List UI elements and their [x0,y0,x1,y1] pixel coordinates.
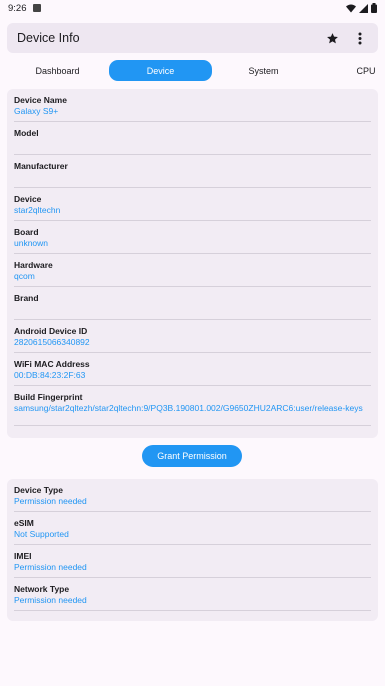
row-value: 00:DB:84:23:2F:63 [14,370,86,380]
row-label: Device [14,194,42,204]
info-row-wifi-mac-address: WiFi MAC Address 00:DB:84:23:2F:63 [14,353,371,386]
tab-device[interactable]: Device [109,60,212,81]
row-value: Not Supported [14,529,69,539]
row-value: Permission needed [14,562,87,572]
app-title: Device Info [17,31,80,45]
row-value: unknown [14,238,49,248]
notification-icon [32,4,41,12]
row-label: WiFi MAC Address [14,359,90,369]
tab-dashboard[interactable]: Dashboard [6,60,109,81]
status-icons [346,3,377,13]
favorite-button[interactable] [324,30,340,46]
status-bar: 9:26 [0,0,385,16]
row-label: Android Device ID [14,326,88,336]
info-row-manufacturer: Manufacturer [14,155,371,188]
row-label: Device Name [14,95,67,105]
tab-system[interactable]: System [212,60,315,81]
tab-cpu[interactable]: CPU [340,60,385,81]
row-label: IMEI [14,551,32,561]
row-value: Permission needed [14,595,87,605]
row-label: Build Fingerprint [14,392,83,402]
info-row-device-name: Device Name Galaxy S9+ [14,89,371,122]
more-options-button[interactable] [352,30,368,46]
row-label: Brand [14,293,39,303]
info-row-model: Model [14,122,371,155]
battery-icon [371,3,377,13]
info-row-device-type: Device Type Permission needed [14,479,371,512]
info-row-build-fingerprint: Build Fingerprint samsung/star2qltezh/st… [14,386,371,426]
info-row-board: Board unknown [14,221,371,254]
device-info-card: Device Name Galaxy S9+ Model Manufacture… [7,89,378,438]
row-label: Model [14,128,39,138]
row-label: Device Type [14,485,63,495]
row-label: Hardware [14,260,53,270]
status-time: 9:26 [8,2,27,14]
row-value: star2qltechn [14,205,61,215]
wifi-icon [346,4,356,12]
row-value: samsung/star2qltezh/star2qltechn:9/PQ3B.… [14,403,363,413]
info-row-brand: Brand [14,287,371,320]
info-row-device: Device star2qltechn [14,188,371,221]
cellular-signal-icon [359,3,368,13]
row-label: Network Type [14,584,70,594]
star-icon [326,32,338,43]
row-value: Galaxy S9+ [14,106,59,116]
row-label: Board [14,227,39,237]
grant-permission-button[interactable]: Grant Permission [142,445,242,467]
info-row-android-device-id: Android Device ID 2820615066340892 [14,320,371,353]
row-label: Manufacturer [14,161,68,171]
info-row-esim: eSIM Not Supported [14,512,371,545]
info-row-hardware: Hardware qcom [14,254,371,287]
permission-info-card: Device Type Permission needed eSIM Not S… [7,479,378,621]
more-vert-icon [358,32,362,44]
row-value: 2820615066340892 [14,337,90,347]
top-app-bar: Device Info [7,23,378,53]
row-value: Permission needed [14,496,87,506]
row-value: qcom [14,271,35,281]
row-label: eSIM [14,518,34,528]
info-row-imei: IMEI Permission needed [14,545,371,578]
info-row-network-type: Network Type Permission needed [14,578,371,611]
tab-bar: Dashboard Device System CPU [0,60,385,82]
